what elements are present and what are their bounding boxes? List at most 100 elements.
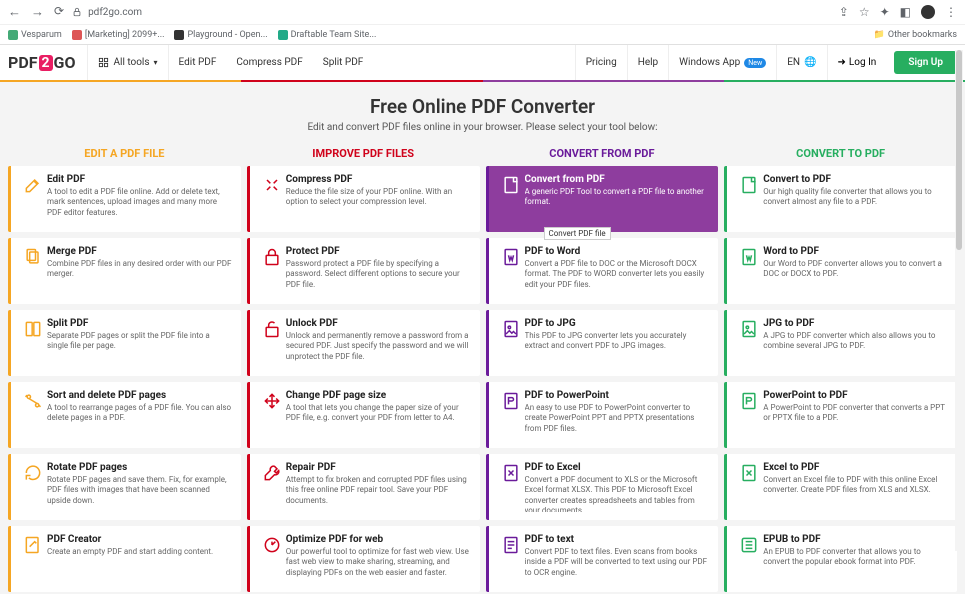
nav-help[interactable]: Help — [627, 45, 668, 81]
tool-card[interactable]: Optimize PDF for webOur powerful tool to… — [247, 526, 480, 592]
address-bar[interactable]: pdf2go.com — [72, 7, 831, 18]
tool-card[interactable]: PDF to Word Convert a PDF file to DOC or … — [486, 238, 719, 304]
tool-icon — [735, 174, 763, 224]
tool-description: A tool to rearrange pages of a PDF file.… — [47, 403, 233, 424]
tool-icon — [19, 390, 47, 440]
tool-icon — [258, 534, 286, 584]
tool-icon — [735, 390, 763, 440]
tool-card[interactable]: Word to PDFOur Word to PDF converter all… — [724, 238, 957, 304]
language-selector[interactable]: EN 🌐 — [776, 45, 826, 81]
tool-description: A tool that lets you change the paper si… — [286, 403, 472, 424]
scrollbar[interactable] — [955, 50, 963, 551]
col-header-edit: EDIT A PDF FILE — [8, 143, 241, 164]
tool-card[interactable]: Protect PDFPassword protect a PDF file b… — [247, 238, 480, 304]
tool-card[interactable]: Compress PDFReduce the file size of your… — [247, 166, 480, 232]
tool-icon — [735, 318, 763, 368]
tool-icon — [19, 174, 47, 224]
menu-icon[interactable]: ⋮ — [945, 5, 957, 19]
bookmark-item[interactable]: [Marketing] 2099+... — [72, 30, 165, 40]
tool-icon — [735, 534, 763, 584]
col-header-from: CONVERT FROM PDF — [486, 143, 719, 164]
tool-title: PowerPoint to PDF — [763, 390, 949, 401]
bookmark-item[interactable]: Vesparum — [8, 30, 62, 40]
login-button[interactable]: ➜Log In — [827, 45, 887, 81]
tool-icon — [497, 390, 525, 440]
share-icon[interactable]: ⇪ — [839, 5, 849, 19]
nav-windows-app[interactable]: Windows App New — [668, 45, 776, 81]
tool-card[interactable]: PowerPoint to PDFA PowerPoint to PDF con… — [724, 382, 957, 448]
star-icon[interactable]: ☆ — [859, 5, 870, 19]
page-subtitle: Edit and convert PDF files online in you… — [0, 122, 965, 133]
tool-card[interactable]: JPG to PDFA JPG to PDF converter which a… — [724, 310, 957, 376]
bookmark-item[interactable]: Playground - Open... — [174, 30, 267, 40]
bookmark-item[interactable]: Draftable Team Site... — [278, 30, 377, 40]
tool-title: PDF to Word — [525, 246, 711, 257]
chevron-down-icon: ▾ — [154, 58, 158, 67]
tool-description: Our high quality file converter that all… — [763, 187, 949, 208]
tool-icon — [735, 246, 763, 296]
other-bookmarks[interactable]: 📁Other bookmarks — [874, 30, 957, 40]
profile-avatar[interactable] — [921, 5, 935, 19]
tool-title: Split PDF — [47, 318, 233, 329]
reload-button[interactable]: ⟳ — [54, 4, 64, 20]
tool-card[interactable]: Edit PDF A tool to edit a PDF file online… — [8, 166, 241, 232]
new-badge: New — [744, 58, 766, 68]
tool-title: Edit PDF — [47, 174, 233, 185]
tool-description: Rotate PDF pages and save them. Fix, for… — [47, 475, 233, 506]
tool-description: Combine PDF files in any desired order w… — [47, 259, 233, 280]
tool-title: Compress PDF — [286, 174, 472, 185]
tool-card[interactable]: PDF to textConvert PDF to text files. Ev… — [486, 526, 719, 592]
tool-card[interactable]: Repair PDFAttempt to fix broken and corr… — [247, 454, 480, 520]
tool-title: Merge PDF — [47, 246, 233, 257]
col-header-improve: IMPROVE PDF FILES — [247, 143, 480, 164]
tool-title: PDF to text — [525, 534, 711, 545]
tool-icon — [19, 246, 47, 296]
tool-title: Repair PDF — [286, 462, 472, 473]
tool-description: A tool to edit a PDF file online. Add or… — [47, 187, 233, 218]
tool-title: Convert from PDF — [525, 174, 711, 185]
tool-icon — [258, 246, 286, 296]
tool-description: Convert a PDF file to DOC or the Microso… — [525, 259, 711, 290]
extensions-icon[interactable]: ✦ — [880, 5, 890, 19]
signup-button[interactable]: Sign Up — [894, 51, 957, 74]
tool-card[interactable]: Excel to PDFConvert an Excel file to PDF… — [724, 454, 957, 520]
tool-card[interactable]: PDF to PowerPointAn easy to use PDF to P… — [486, 382, 719, 448]
tool-title: Convert to PDF — [763, 174, 949, 185]
tool-description: Convert an Excel file to PDF with this o… — [763, 475, 949, 496]
back-button[interactable]: ← — [8, 4, 21, 20]
tool-description: A JPG to PDF converter which also allows… — [763, 331, 949, 352]
tool-title: PDF Creator — [47, 534, 233, 545]
tool-card[interactable]: Convert from PDFA generic PDF Tool to co… — [486, 166, 719, 232]
nav-compress-pdf[interactable]: Compress PDF — [226, 45, 312, 81]
tools-grid: Edit PDF A tool to edit a PDF file online… — [0, 164, 965, 594]
nav-split-pdf[interactable]: Split PDF — [313, 45, 374, 81]
nav-pricing[interactable]: Pricing — [575, 45, 627, 81]
tool-card[interactable]: Rotate PDF pagesRotate PDF pages and sav… — [8, 454, 241, 520]
all-tools-dropdown[interactable]: All tools ▾ — [87, 45, 168, 81]
tool-description: Our powerful tool to optimize for fast w… — [286, 547, 472, 578]
tool-card[interactable]: PDF CreatorCreate an empty PDF and start… — [8, 526, 241, 592]
tool-card[interactable]: PDF to JPGThis PDF to JPG converter lets… — [486, 310, 719, 376]
col-header-to: CONVERT TO PDF — [724, 143, 957, 164]
login-icon: ➜ — [838, 57, 846, 68]
tool-card[interactable]: Merge PDF Combine PDF files in any desire… — [8, 238, 241, 304]
tool-icon — [19, 462, 47, 512]
tool-card[interactable]: Change PDF page size A tool that lets you… — [247, 382, 480, 448]
tool-card[interactable]: PDF to ExcelConvert a PDF document to XL… — [486, 454, 719, 520]
bookmarks-bar: Vesparum [Marketing] 2099+... Playground… — [0, 24, 965, 44]
tool-card[interactable]: Unlock PDFUnlock and permanently remove … — [247, 310, 480, 376]
tool-card[interactable]: Split PDFSeparate PDF pages or split the… — [8, 310, 241, 376]
tool-icon — [497, 174, 525, 224]
grid-icon — [98, 57, 109, 68]
site-header: PDF2GO All tools ▾ Edit PDF Compress PDF… — [0, 45, 965, 81]
nav-edit-pdf[interactable]: Edit PDF — [169, 45, 227, 81]
tool-title: Change PDF page size — [286, 390, 472, 401]
tool-title: Unlock PDF — [286, 318, 472, 329]
forward-button[interactable]: → — [31, 4, 44, 20]
tool-card[interactable]: Sort and delete PDF pagesA tool to rearr… — [8, 382, 241, 448]
extension-icon[interactable]: ◧ — [900, 5, 911, 19]
tool-card[interactable]: EPUB to PDFAn EPUB to PDF converter that… — [724, 526, 957, 592]
logo[interactable]: PDF2GO — [8, 53, 75, 72]
tool-card[interactable]: Convert to PDF Our high quality file conv… — [724, 166, 957, 232]
tool-icon — [735, 462, 763, 512]
